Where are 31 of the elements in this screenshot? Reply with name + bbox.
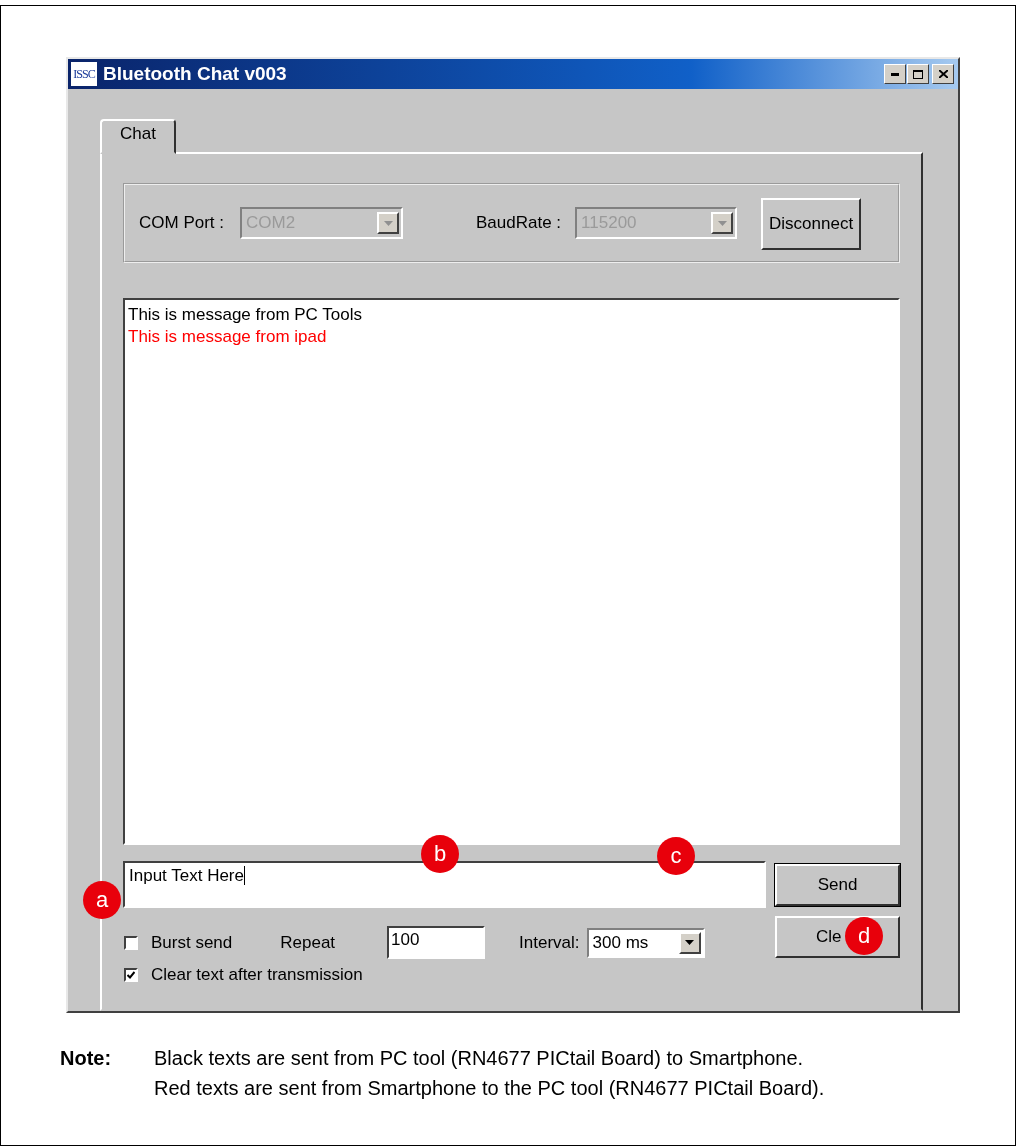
note-text: Red texts are sent from Smartphone to the PC tool (RN4677 PICtail Board). <box>154 1076 825 1101</box>
close-icon <box>938 70 948 78</box>
checkbox-label: Burst send <box>151 932 233 953</box>
minimize-button[interactable] <box>884 64 906 84</box>
window-title: Bluetooth Chat v003 <box>103 63 288 85</box>
field-label: Interval: <box>519 932 580 953</box>
send-button[interactable]: Send <box>775 864 900 906</box>
repeat-field[interactable]: 100 <box>387 926 486 959</box>
message-text: This is message from PC Tools <box>128 304 362 326</box>
message-text: This is message from ipad <box>128 326 327 348</box>
minimize-icon <box>891 72 899 76</box>
note-text: Black texts are sent from PC tool (RN4677 PICtail Board) to Smartphone. <box>154 1046 804 1071</box>
field-label: BaudRate : <box>476 213 562 233</box>
caret-icon <box>717 220 727 226</box>
callout-marker: a <box>83 881 121 919</box>
maximize-icon <box>913 69 923 79</box>
checkbox[interactable] <box>124 968 138 982</box>
field-label: COM Port : <box>139 213 224 233</box>
caret-icon <box>685 940 695 945</box>
caret-icon <box>383 220 393 226</box>
note-label: Note: <box>60 1046 113 1071</box>
close-button[interactable] <box>932 64 954 84</box>
tab[interactable]: Chat <box>100 119 176 154</box>
logo: ISSC <box>71 62 97 86</box>
checkbox[interactable] <box>124 935 138 950</box>
check-icon <box>127 971 135 979</box>
field-label: Repeat <box>280 932 336 953</box>
interval-dropdown[interactable]: 300 ms <box>586 927 705 958</box>
disconnect-button[interactable]: Disconnect <box>761 198 862 250</box>
checkbox-label: Clear text after transmission <box>151 965 363 985</box>
maximize-button[interactable] <box>907 64 929 84</box>
